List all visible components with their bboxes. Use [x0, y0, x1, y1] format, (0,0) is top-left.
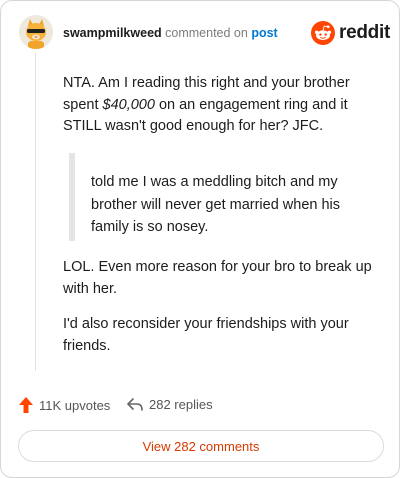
action-text: commented on — [165, 26, 248, 40]
upvote-button[interactable]: 11K upvotes — [19, 397, 110, 413]
thread-line — [35, 53, 36, 371]
post-link[interactable]: post — [251, 26, 277, 40]
comment-paragraph: NTA. Am I reading this right and your br… — [63, 73, 373, 138]
user-avatar[interactable] — [19, 15, 53, 49]
comment-card: swampmilkweed commented on post reddit N… — [0, 0, 400, 478]
reply-button[interactable]: 282 replies — [127, 397, 213, 412]
comment-paragraph: I'd also reconsider your friendships wit… — [63, 316, 349, 354]
comment-header: swampmilkweed commented on post — [63, 26, 278, 40]
emphasized-amount: $40,000 — [102, 96, 155, 113]
quote-bar — [69, 153, 75, 241]
reply-count: 282 replies — [149, 397, 213, 412]
username-link[interactable]: swampmilkweed — [63, 26, 162, 40]
cat-avatar-icon — [19, 15, 53, 49]
reddit-logo-icon — [311, 21, 335, 45]
reply-arrow-icon — [127, 397, 143, 411]
upvote-arrow-icon — [19, 397, 33, 413]
upvote-count: 11K upvotes — [39, 397, 111, 413]
brand-wordmark: reddit — [339, 22, 390, 43]
reddit-brand[interactable]: reddit — [311, 21, 390, 45]
comment-paragraph: LOL. Even more reason for your bro to br… — [63, 259, 372, 297]
view-comments-button[interactable]: View 282 comments — [18, 430, 384, 462]
blockquote: told me I was a meddling bitch and my br… — [91, 174, 341, 235]
